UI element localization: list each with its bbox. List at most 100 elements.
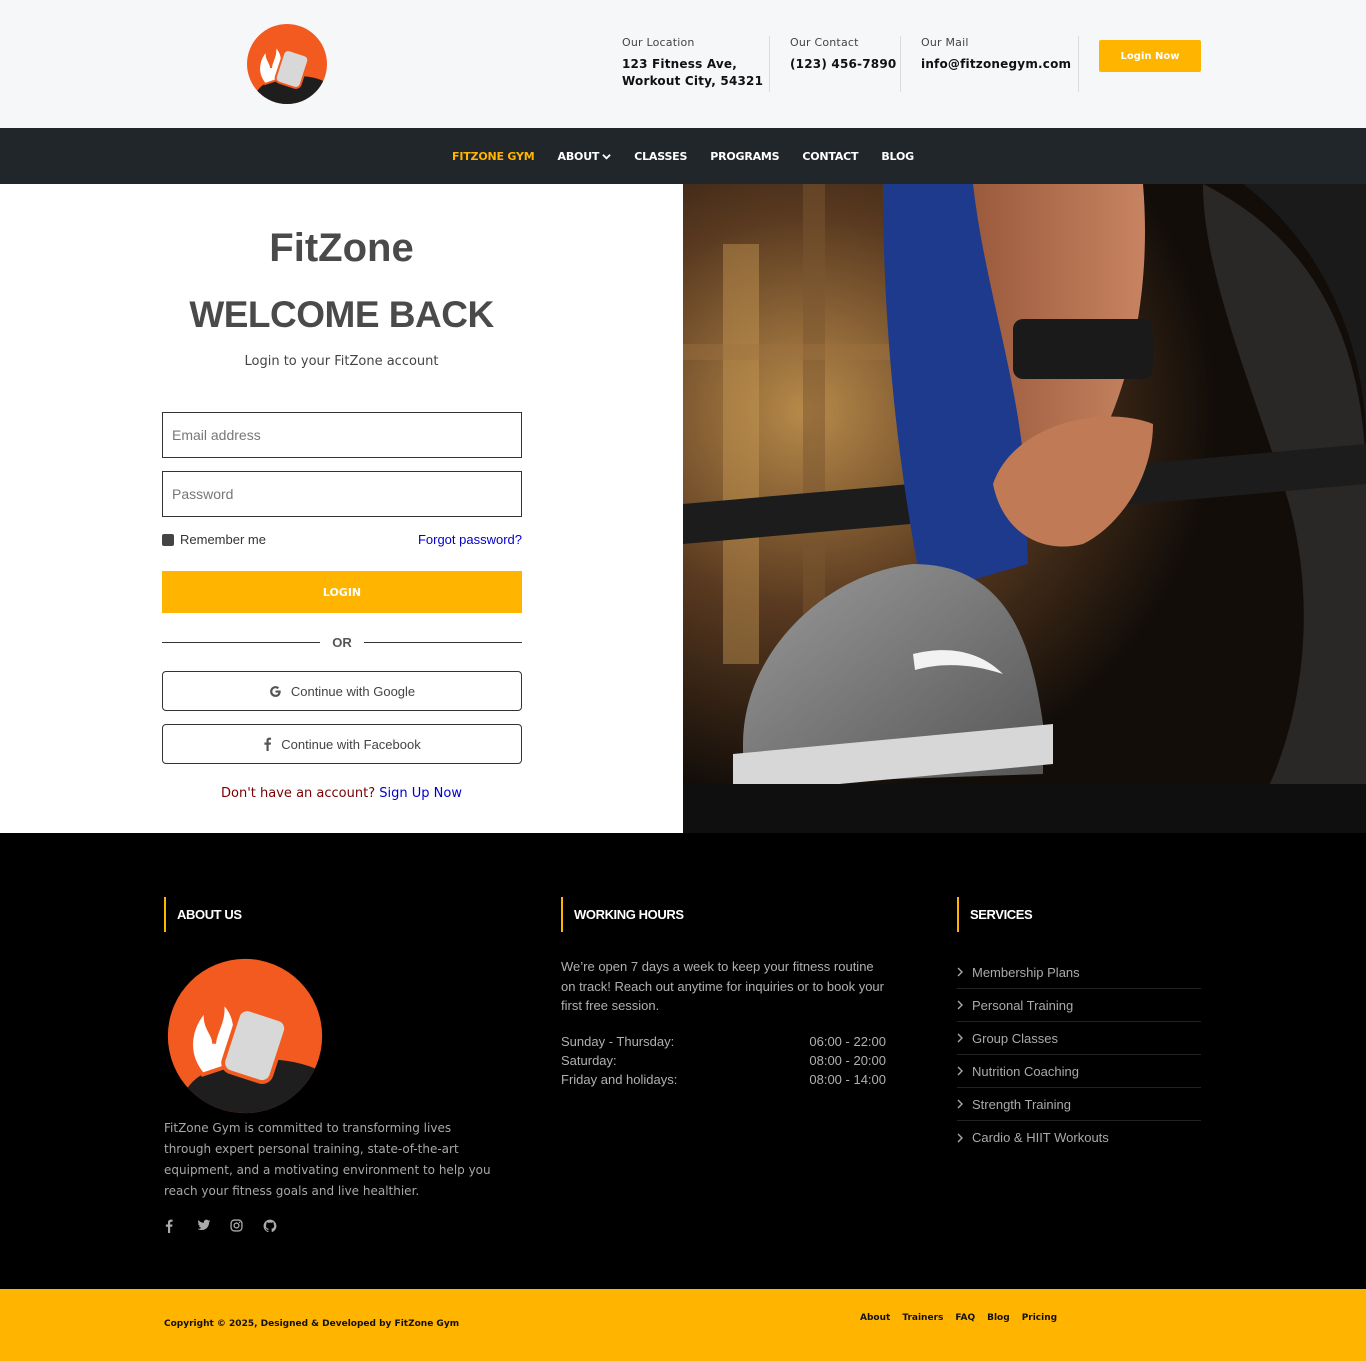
facebook-icon xyxy=(264,737,272,751)
nav-item-fitzone-gym[interactable]: FITZONE GYM xyxy=(452,150,535,163)
google-label: Continue with Google xyxy=(290,683,416,699)
location-value: 123 Fitness Ave, Workout City, 54321 xyxy=(622,56,763,90)
footer: ABOUT US WORKING HOURS SERVICES FitZone … xyxy=(0,833,1366,1289)
about-us-heading: ABOUT US xyxy=(164,897,242,932)
bottom-links: About Trainers FAQ Blog Pricing xyxy=(860,1313,1057,1323)
nav-label: PROGRAMS xyxy=(710,149,780,163)
remember-me-checkbox[interactable]: Remember me xyxy=(162,532,266,547)
divider-line xyxy=(162,641,320,643)
nav-label: CLASSES xyxy=(634,149,688,163)
copyright-text: Copyright © 2025, Designed & Developed b… xyxy=(164,1319,460,1329)
instagram-icon[interactable] xyxy=(230,1219,245,1234)
bottom-link-about[interactable]: About xyxy=(860,1313,890,1323)
page-title: WELCOME BACK xyxy=(189,294,494,335)
hours-time: 08:00 - 20:00 xyxy=(809,1053,886,1068)
nav-item-classes[interactable]: CLASSES xyxy=(634,150,687,163)
service-item[interactable]: Personal Training xyxy=(957,989,1201,1022)
login-button[interactable]: LOGIN xyxy=(162,571,522,613)
remember-label: Remember me xyxy=(180,532,266,547)
service-item[interactable]: Membership Plans xyxy=(957,956,1201,989)
github-icon[interactable] xyxy=(263,1219,278,1234)
chevron-right-icon xyxy=(957,1099,963,1109)
or-divider: OR xyxy=(162,633,522,651)
chevron-right-icon xyxy=(957,967,963,977)
twitter-icon[interactable] xyxy=(197,1219,212,1234)
service-label: Personal Training xyxy=(972,997,1074,1013)
hours-day: Sunday - Thursday: xyxy=(561,1034,675,1049)
bottom-link-blog[interactable]: Blog xyxy=(987,1313,1010,1323)
hours-intro: We’re open 7 days a week to keep your fi… xyxy=(561,959,884,1013)
google-icon xyxy=(269,685,281,697)
services-list: Membership Plans Personal Training Group… xyxy=(957,956,1201,1154)
main-nav: FITZONE GYM ABOUT CLASSES PROGRAMS CONTA… xyxy=(0,128,1366,184)
service-item[interactable]: Cardio & HIIT Workouts xyxy=(957,1121,1201,1154)
service-label: Cardio & HIIT Workouts xyxy=(972,1130,1109,1145)
signup-link[interactable]: Sign Up Now xyxy=(379,786,462,801)
nav-label: BLOG xyxy=(881,149,914,163)
service-label: Group Classes xyxy=(972,1030,1058,1046)
chevron-down-icon xyxy=(602,153,611,160)
bottom-link-trainers[interactable]: Trainers xyxy=(902,1313,943,1323)
service-label: Nutrition Coaching xyxy=(972,1063,1079,1079)
nav-item-contact[interactable]: CONTACT xyxy=(802,150,858,163)
service-item[interactable]: Strength Training xyxy=(957,1088,1201,1121)
nav-item-programs[interactable]: PROGRAMS xyxy=(710,150,779,163)
email-field[interactable] xyxy=(162,412,522,458)
login-now-button[interactable]: Login Now xyxy=(1099,40,1201,72)
contact-value: (123) 456-7890 xyxy=(790,57,897,71)
contact-info: Our Contact (123) 456-7890 xyxy=(790,36,896,73)
chevron-right-icon xyxy=(957,1133,963,1142)
services-heading: SERVICES xyxy=(957,897,1033,932)
login-subtitle: Login to your FitZone account xyxy=(244,354,439,369)
nav-item-blog[interactable]: BLOG xyxy=(881,150,914,163)
copyright-bar: Copyright © 2025, Designed & Developed b… xyxy=(0,1289,1366,1361)
service-item[interactable]: Nutrition Coaching xyxy=(957,1055,1201,1088)
facebook-icon[interactable] xyxy=(164,1219,179,1234)
signup-question: Don't have an account? xyxy=(221,786,376,801)
facebook-label: Continue with Facebook xyxy=(281,736,421,752)
mail-label: Our Mail xyxy=(921,36,969,49)
chevron-right-icon xyxy=(957,1066,963,1076)
fitzone-logo[interactable] xyxy=(245,22,329,106)
signup-prompt: Don't have an account? Sign Up Now xyxy=(0,786,683,801)
mail-value[interactable]: info@fitzonegym.com xyxy=(921,56,1071,73)
top-header: Our Location 123 Fitness Ave, Workout Ci… xyxy=(0,0,1366,128)
hours-row: Saturday: 08:00 - 20:00 xyxy=(561,1053,886,1068)
about-text: FitZone Gym is committed to transforming… xyxy=(164,1121,491,1198)
nav-label: ABOUT xyxy=(557,149,600,163)
location-line1: 123 Fitness Ave, xyxy=(622,57,737,71)
divider xyxy=(769,36,770,92)
or-label: OR xyxy=(332,634,352,650)
service-label: Strength Training xyxy=(972,1096,1072,1112)
working-hours-heading: WORKING HOURS xyxy=(561,897,684,932)
mail-info: Our Mail info@fitzonegym.com xyxy=(921,36,1071,73)
hours-time: 06:00 - 22:00 xyxy=(809,1034,886,1049)
location-info: Our Location 123 Fitness Ave, Workout Ci… xyxy=(622,36,763,90)
nav-item-about[interactable]: ABOUT xyxy=(558,150,612,163)
hours-time: 08:00 - 14:00 xyxy=(809,1072,886,1087)
divider xyxy=(900,36,901,92)
hero-photo xyxy=(683,184,1366,833)
service-item[interactable]: Group Classes xyxy=(957,1022,1201,1055)
password-field[interactable] xyxy=(162,471,522,517)
divider xyxy=(1078,36,1079,92)
divider-line xyxy=(364,641,522,643)
bottom-link-faq[interactable]: FAQ xyxy=(955,1313,975,1323)
location-label: Our Location xyxy=(622,36,695,49)
fitzone-logo xyxy=(164,955,326,1117)
nav-label: CONTACT xyxy=(802,149,859,163)
forgot-password-link[interactable]: Forgot password? xyxy=(400,532,522,547)
facebook-login-button[interactable]: Continue with Facebook xyxy=(162,724,522,764)
bottom-link-pricing[interactable]: Pricing xyxy=(1022,1313,1057,1323)
brand-title: FitZone xyxy=(269,226,414,270)
checkbox-box[interactable] xyxy=(162,533,174,546)
service-label: Membership Plans xyxy=(972,964,1080,980)
chevron-right-icon xyxy=(957,1033,963,1043)
google-login-button[interactable]: Continue with Google xyxy=(162,671,522,711)
nav-label: FITZONE GYM xyxy=(452,149,535,163)
hours-day: Friday and holidays: xyxy=(561,1072,678,1087)
chevron-right-icon xyxy=(957,1000,963,1010)
hours-row: Sunday - Thursday: 06:00 - 22:00 xyxy=(561,1034,886,1049)
hours-day: Saturday: xyxy=(561,1053,617,1068)
hours-row: Friday and holidays: 08:00 - 14:00 xyxy=(561,1072,886,1087)
